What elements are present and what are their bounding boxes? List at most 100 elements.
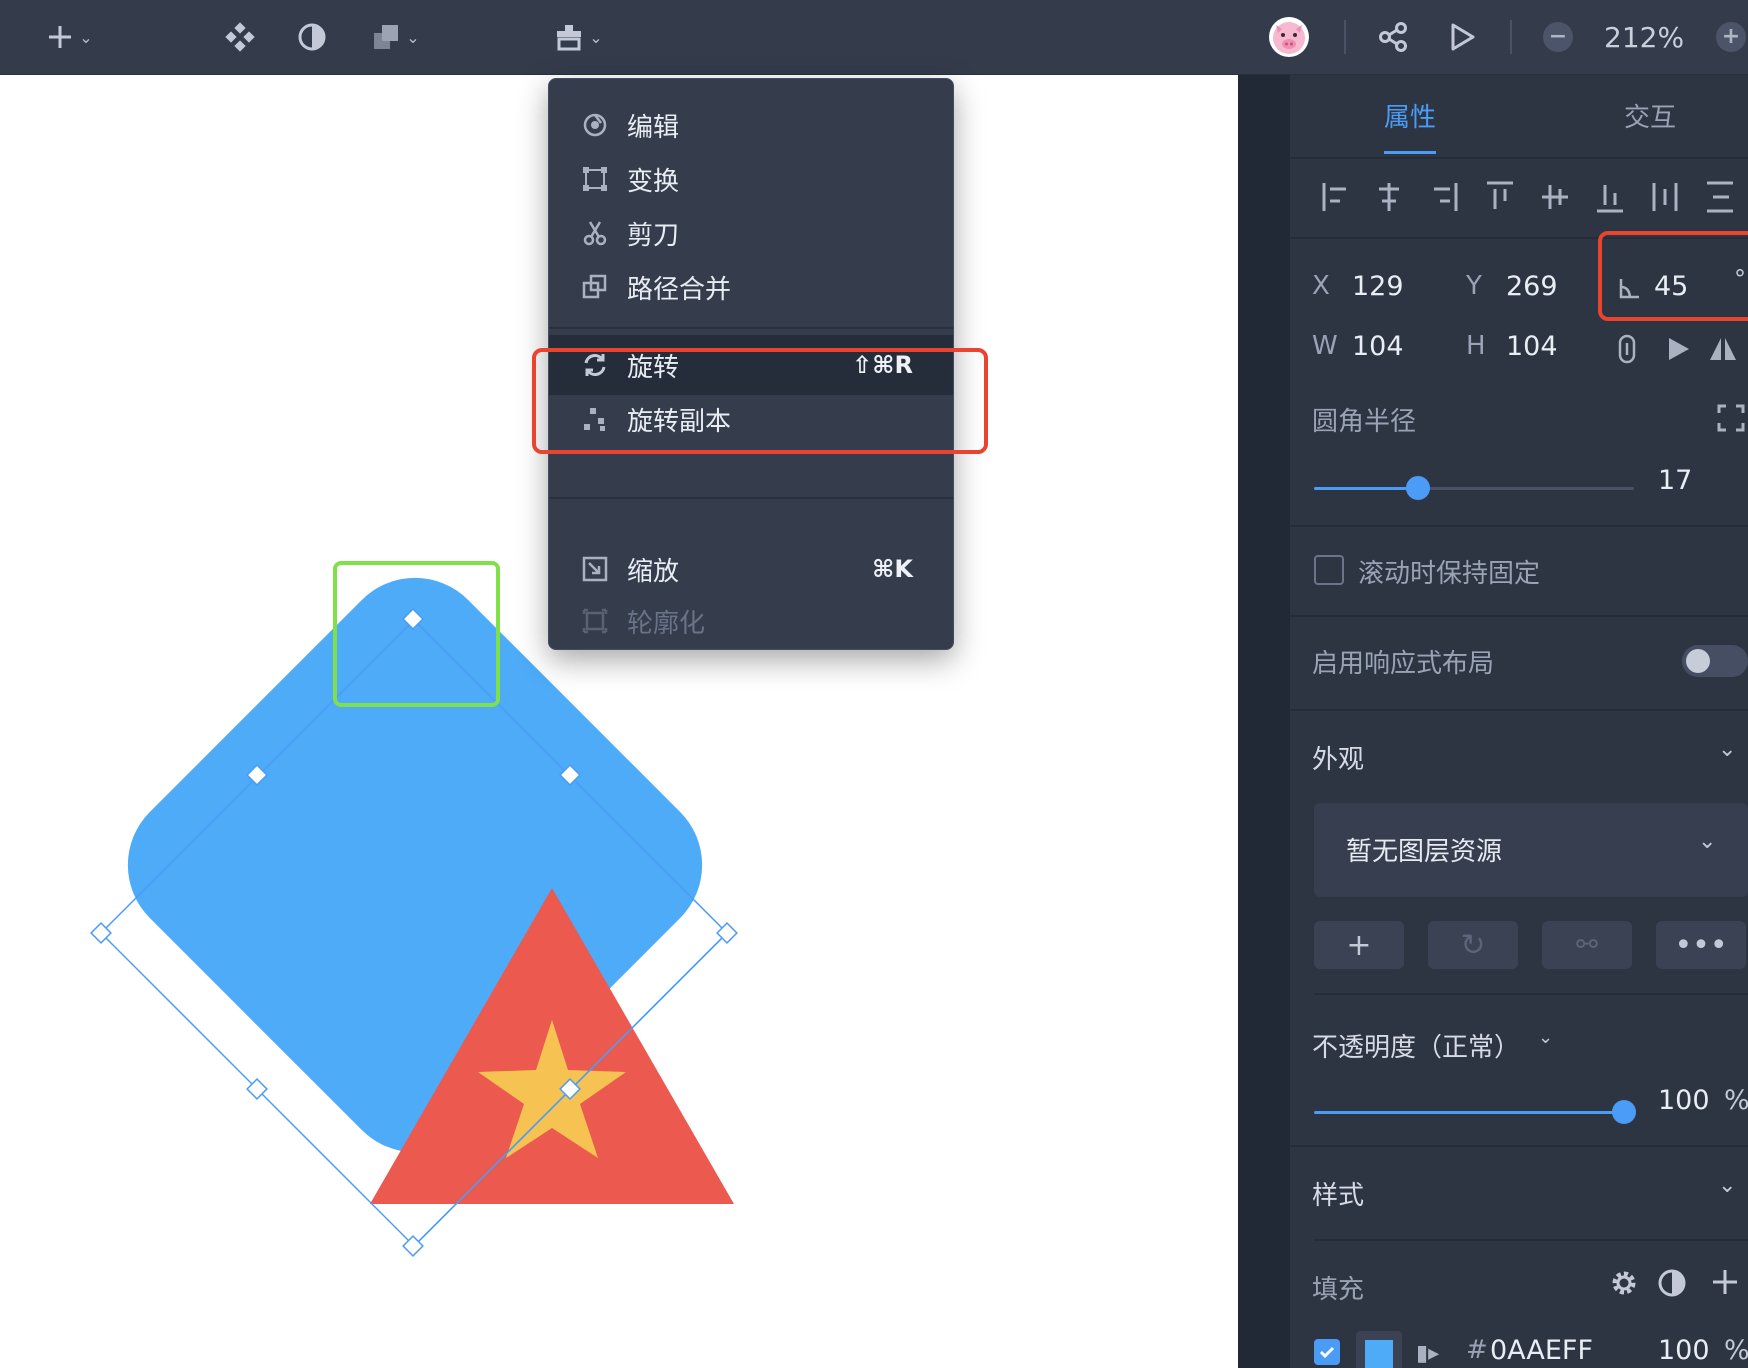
share-button[interactable] bbox=[1374, 17, 1412, 57]
menu-separator bbox=[549, 497, 953, 499]
fill-enabled-checkbox[interactable] bbox=[1314, 1339, 1340, 1365]
slider-knob[interactable] bbox=[1612, 1100, 1636, 1124]
menu-separator bbox=[549, 327, 953, 329]
style-title: 样式 bbox=[1312, 1181, 1365, 1211]
menu-item-label: 缩放 bbox=[627, 556, 680, 587]
unlink-resource-button[interactable]: ⚯ bbox=[1542, 921, 1632, 969]
responsive-layout-toggle[interactable] bbox=[1682, 645, 1748, 677]
fixed-on-scroll-checkbox[interactable] bbox=[1314, 555, 1344, 585]
slider-knob[interactable] bbox=[1406, 476, 1430, 500]
fill-opacity-field[interactable]: 100 bbox=[1658, 1335, 1710, 1366]
align-right-icon bbox=[1434, 183, 1458, 211]
menu-item-label: 剪刀 bbox=[627, 220, 680, 251]
responsive-layout-label: 启用响应式布局 bbox=[1312, 649, 1495, 679]
tab-properties[interactable]: 属性 bbox=[1384, 97, 1436, 134]
menu-item-scale[interactable]: 缩放 ⌘K bbox=[549, 541, 953, 597]
chevron-down-icon: ⌄ bbox=[79, 27, 93, 47]
align-left-icon bbox=[1322, 183, 1346, 211]
fill-title: 填充 bbox=[1312, 1275, 1365, 1305]
scale-icon bbox=[579, 556, 611, 582]
x-label: X bbox=[1312, 271, 1330, 301]
tab-interaction[interactable]: 交互 bbox=[1624, 97, 1676, 134]
x-field[interactable]: 129 bbox=[1352, 271, 1404, 302]
properties-panel: 属性 交互 X 129 Y 269 45 ° W 104 H 104 圆角半径 … bbox=[1290, 75, 1748, 1368]
menu-item-transform[interactable]: 变换 bbox=[549, 151, 953, 207]
align-toolbar bbox=[1320, 179, 1748, 215]
h-field[interactable]: 104 bbox=[1506, 331, 1558, 362]
refresh-resource-button[interactable]: ↻ bbox=[1428, 921, 1518, 969]
fixed-on-scroll-label: 滚动时保持固定 bbox=[1358, 559, 1541, 589]
menu-item-scissors[interactable]: 剪刀 bbox=[549, 205, 953, 261]
panel-divider-strip bbox=[1238, 75, 1290, 1368]
divider bbox=[1290, 157, 1748, 159]
gear-icon[interactable] bbox=[1608, 1267, 1640, 1299]
distribute-h-icon bbox=[1652, 183, 1678, 211]
flip-horizontal-icon[interactable] bbox=[1708, 335, 1738, 363]
w-label: W bbox=[1312, 331, 1338, 361]
chevron-down-icon[interactable]: ⌄ bbox=[1718, 1173, 1736, 1198]
top-toolbar: ⌄ ⌄ ⌄ − 212% + bbox=[0, 0, 1748, 75]
path-tools-button[interactable]: ⌄ bbox=[548, 17, 610, 57]
divider bbox=[1290, 1145, 1748, 1147]
menu-item-edit[interactable]: 编辑 bbox=[549, 97, 953, 153]
h-label: H bbox=[1466, 331, 1486, 361]
more-options-button[interactable]: ••• bbox=[1656, 921, 1746, 969]
plus-icon: + bbox=[1721, 24, 1741, 49]
active-tab-indicator bbox=[1384, 151, 1436, 154]
menu-item-shortcut: ⌘K bbox=[872, 555, 913, 583]
outline-icon bbox=[579, 608, 611, 634]
y-label: Y bbox=[1466, 271, 1482, 301]
opacity-label[interactable]: 不透明度（正常） bbox=[1312, 1027, 1520, 1064]
chevron-down-icon: ⌄ bbox=[1698, 829, 1717, 854]
zoom-level[interactable]: 212% bbox=[1604, 18, 1724, 56]
chevron-down-icon[interactable]: ⌄ bbox=[1718, 737, 1736, 762]
rotation-highlight bbox=[1598, 231, 1748, 321]
minus-icon: − bbox=[1548, 24, 1568, 49]
mask-button[interactable] bbox=[294, 17, 330, 57]
add-button[interactable]: ⌄ bbox=[40, 17, 100, 57]
corner-radius-label: 圆角半径 bbox=[1312, 407, 1417, 437]
half-circle-icon[interactable] bbox=[1656, 1267, 1688, 1299]
align-icons bbox=[1322, 181, 1733, 213]
fill-type-icon[interactable]: ▮▸ bbox=[1416, 1341, 1439, 1366]
corner-radius-value[interactable]: 17 bbox=[1658, 465, 1692, 496]
fill-opacity-unit: % bbox=[1724, 1335, 1748, 1366]
divider bbox=[1290, 525, 1748, 527]
w-field[interactable]: 104 bbox=[1352, 331, 1404, 362]
corner-radius-slider[interactable] bbox=[1314, 473, 1634, 503]
independent-corners-icon[interactable] bbox=[1716, 403, 1746, 433]
add-resource-button[interactable]: + bbox=[1314, 921, 1404, 969]
y-field[interactable]: 269 bbox=[1506, 271, 1558, 302]
align-v-center-icon bbox=[1542, 185, 1568, 209]
menu-item-path-merge[interactable]: 路径合并 bbox=[549, 259, 953, 315]
align-top-icon bbox=[1487, 181, 1513, 209]
transform-icon bbox=[579, 166, 611, 192]
align-h-center-icon bbox=[1379, 183, 1399, 211]
resource-actions: + ↻ ⚯ ••• bbox=[1314, 921, 1748, 969]
boolean-button[interactable]: ⌄ bbox=[366, 17, 426, 57]
add-fill-icon[interactable] bbox=[1710, 1267, 1740, 1297]
menu-item-label: 编辑 bbox=[627, 112, 680, 143]
appearance-title: 外观 bbox=[1312, 745, 1365, 775]
fill-hex-field[interactable]: 0AAEFF bbox=[1490, 1335, 1593, 1366]
preview-play-button[interactable] bbox=[1444, 17, 1480, 57]
menu-item-label: 轮廓化 bbox=[627, 608, 706, 639]
chevron-down-icon: ⌄ bbox=[589, 27, 603, 47]
toggle-knob bbox=[1686, 649, 1710, 673]
zoom-in-button[interactable]: + bbox=[1716, 22, 1746, 52]
lock-ratio-icon[interactable] bbox=[1616, 333, 1638, 365]
chevron-down-icon: ⌄ bbox=[406, 27, 420, 47]
zoom-out-button[interactable]: − bbox=[1543, 22, 1573, 52]
divider bbox=[1290, 615, 1748, 617]
component-button[interactable] bbox=[222, 17, 258, 57]
avatar[interactable] bbox=[1268, 16, 1310, 58]
opacity-value[interactable]: 100 bbox=[1658, 1085, 1710, 1116]
chevron-down-icon[interactable]: ⌄ bbox=[1538, 1027, 1553, 1048]
divider bbox=[1290, 709, 1748, 711]
fill-color-swatch[interactable] bbox=[1356, 1331, 1402, 1368]
rotate-item-highlight bbox=[532, 348, 988, 454]
flip-vertical-icon[interactable] bbox=[1666, 335, 1692, 363]
opacity-slider[interactable] bbox=[1314, 1097, 1636, 1127]
layer-resource-select[interactable]: 暂无图层资源 ⌄ bbox=[1314, 803, 1748, 897]
component-icon bbox=[225, 22, 255, 52]
